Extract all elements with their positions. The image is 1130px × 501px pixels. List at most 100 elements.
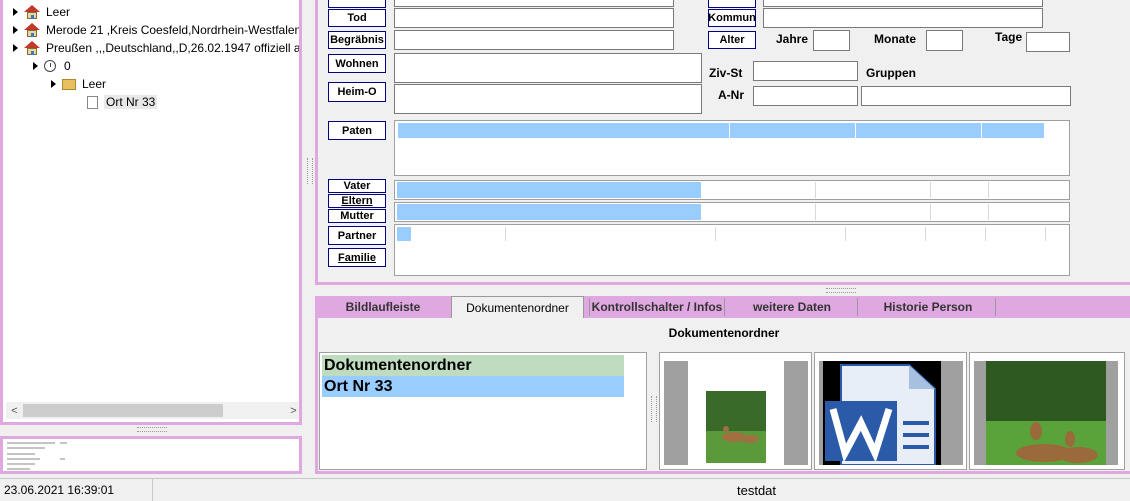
heimo-field[interactable]	[394, 84, 702, 114]
grid-divider	[855, 123, 856, 138]
grid-divider	[815, 182, 816, 198]
alter-button[interactable]: Alter	[708, 31, 756, 49]
clock-icon	[44, 60, 56, 72]
tod-field[interactable]	[394, 8, 674, 28]
grid-divider	[505, 227, 506, 241]
doc-thumbnail-1[interactable]	[659, 352, 812, 470]
splitter-grip[interactable]	[137, 427, 167, 432]
monate-label: Monate	[874, 32, 916, 46]
tree-panel[interactable]: Leer Merode 21 ,Kreis Coesfeld,Nordrhein…	[0, 0, 302, 425]
tree-item-ort[interactable]: Ort Nr 33	[87, 93, 158, 111]
grid-divider	[845, 227, 846, 241]
folder-icon	[62, 78, 76, 90]
paten-grid[interactable]	[394, 120, 1070, 176]
jahre-field[interactable]	[813, 30, 850, 51]
status-database: testdat	[737, 483, 777, 498]
house-icon	[24, 23, 40, 37]
grid-divider	[1045, 227, 1046, 241]
eltern-button[interactable]: Eltern	[328, 194, 386, 208]
doc-thumbnail-2[interactable]	[814, 352, 967, 470]
status-bar: 23.06.2021 16:39:01 testdat	[0, 478, 1130, 501]
tab-weitere-daten[interactable]: weitere Daten	[727, 298, 858, 316]
tree-item-leer-folder[interactable]: Leer	[51, 75, 106, 93]
horizontal-splitter-grip[interactable]	[826, 288, 856, 293]
scroll-left-icon[interactable]: <	[6, 405, 23, 417]
grid-divider	[988, 204, 989, 220]
wohnen-button[interactable]: Wohnen	[328, 54, 386, 73]
status-datetime: 23.06.2021 16:39:01	[4, 483, 115, 497]
expand-arrow-icon[interactable]	[51, 80, 56, 88]
partner-button[interactable]: Partner	[328, 226, 386, 245]
anr-extra-field[interactable]	[861, 86, 1071, 106]
mutter-button[interactable]: Mutter	[328, 209, 386, 223]
tage-field[interactable]	[1026, 32, 1070, 52]
docs-splitter-grip[interactable]	[651, 396, 657, 422]
tab-bildlaufleiste[interactable]: Bildlaufleiste	[321, 298, 445, 316]
grid-divider	[985, 227, 986, 241]
vater-row-highlight	[397, 182, 701, 198]
expand-arrow-icon[interactable]	[33, 62, 38, 70]
doc-thumbnail-3[interactable]	[969, 352, 1125, 470]
vater-grid[interactable]	[394, 180, 1070, 200]
wohnen-field[interactable]	[394, 53, 702, 83]
tab-historie-person[interactable]: Historie Person	[861, 298, 996, 316]
deer-photo-icon	[986, 361, 1106, 465]
mini-preview-thumbnail	[7, 442, 67, 470]
tree-item-label: Leer	[82, 77, 107, 91]
vertical-splitter-grip[interactable]	[307, 158, 313, 184]
kommun-button[interactable]: Kommun	[708, 9, 756, 27]
begraebnis-field[interactable]	[394, 30, 674, 50]
kommun-field[interactable]	[763, 8, 1043, 28]
expand-arrow-icon[interactable]	[13, 8, 18, 16]
tage-label: Tage	[995, 30, 1023, 44]
tree-item-label: Ort Nr 33	[104, 95, 158, 109]
expand-arrow-icon[interactable]	[13, 26, 18, 34]
partner-row-marker	[397, 227, 411, 241]
tree-item-label: 0	[64, 59, 71, 73]
tree-item-label: Preußen ,,,Deutschland,,D,26.02.1947 off…	[46, 41, 301, 55]
docs-title: Dokumentenordner	[668, 326, 780, 340]
tree-item-merode[interactable]: Merode 21 ,Kreis Coesfeld,Nordrhein-West…	[13, 21, 302, 39]
paten-button[interactable]: Paten	[328, 121, 386, 140]
mutter-grid[interactable]	[394, 202, 1070, 222]
docs-list[interactable]: Dokumentenordner Ort Nr 33	[319, 352, 647, 470]
tree-item-zero[interactable]: 0	[33, 57, 71, 75]
horizontal-scrollbar[interactable]: < >	[6, 402, 299, 419]
grid-divider	[925, 227, 926, 241]
docs-list-item-folder[interactable]: Dokumentenordner	[322, 355, 624, 376]
grid-divider	[930, 204, 931, 220]
tab-dokumentenordner[interactable]: Dokumentenordner	[451, 296, 584, 318]
grid-divider	[981, 123, 982, 138]
grid-divider	[715, 227, 716, 241]
top-cut-field-right[interactable]	[763, 0, 1043, 7]
top-cut-button[interactable]	[328, 0, 386, 8]
scroll-right-icon[interactable]: >	[285, 405, 299, 417]
jahre-label: Jahre	[776, 32, 809, 46]
thumbnail-frame	[664, 361, 808, 465]
tree-item-preussen[interactable]: Preußen ,,,Deutschland,,D,26.02.1947 off…	[13, 39, 301, 57]
tab-bar: Bildlaufleiste Dokumentenordner Kontroll…	[315, 296, 1130, 318]
tab-kontrollschalter[interactable]: Kontrollschalter / Infos	[589, 298, 725, 316]
tod-button[interactable]: Tod	[328, 9, 386, 27]
heimo-button[interactable]: Heim-O	[328, 82, 386, 102]
top-cut-button-right[interactable]	[708, 0, 756, 8]
thumbnail-frame	[819, 361, 963, 465]
monate-field[interactable]	[926, 30, 963, 51]
expand-arrow-icon[interactable]	[13, 44, 18, 52]
anr-label: A-Nr	[718, 88, 744, 102]
docs-list-item-ort[interactable]: Ort Nr 33	[322, 376, 624, 397]
scroll-thumb[interactable]	[23, 404, 223, 417]
zivst-field[interactable]	[753, 61, 858, 81]
paten-grid-header	[398, 123, 1044, 138]
thumbnail-frame	[974, 361, 1118, 465]
grid-divider	[988, 182, 989, 198]
familie-button[interactable]: Familie	[328, 248, 386, 267]
tree-item-leer[interactable]: Leer	[13, 3, 70, 21]
zivst-label: Ziv-St	[709, 66, 743, 80]
partner-grid[interactable]	[394, 224, 1070, 276]
tree-item-label: Merode 21 ,Kreis Coesfeld,Nordrhein-West…	[46, 23, 302, 37]
anr-field[interactable]	[753, 86, 858, 106]
vater-button[interactable]: Vater	[328, 179, 386, 193]
begraebnis-button[interactable]: Begräbnis	[328, 31, 386, 49]
top-cut-field[interactable]	[394, 0, 674, 7]
